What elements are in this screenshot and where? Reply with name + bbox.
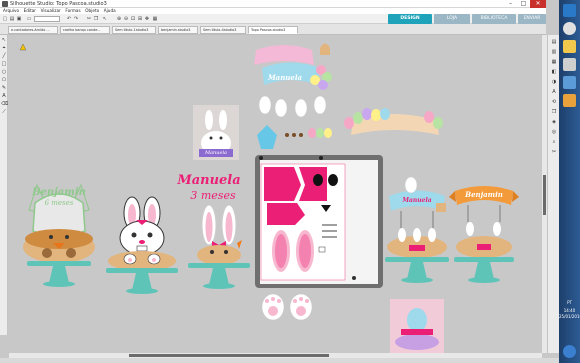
manuela-title: Manuela <box>176 173 240 188</box>
bunny-topper <box>106 196 178 294</box>
system-time[interactable]: 14:40 <box>559 308 580 313</box>
open-icon[interactable]: ▤ <box>9 16 15 22</box>
status-bar <box>0 358 559 363</box>
line-color-icon[interactable]: ▭ <box>26 16 32 22</box>
ellipse-tool-icon[interactable]: ○ <box>1 69 7 75</box>
text-panel-icon[interactable]: A <box>551 89 557 95</box>
notification-icon[interactable] <box>563 345 576 358</box>
new-icon[interactable]: ▢ <box>2 16 8 22</box>
transform-icon[interactable]: ⟲ <box>551 99 557 105</box>
app-icon-3[interactable] <box>563 58 576 71</box>
edit-points-icon[interactable]: ⌖ <box>1 45 7 51</box>
modify-icon[interactable]: ◈ <box>551 119 557 125</box>
system-date[interactable]: 25/01/2016 <box>559 314 580 319</box>
zoom-page-icon[interactable]: ⊞ <box>137 16 143 22</box>
freehand-tool-icon[interactable]: ✎ <box>1 85 7 91</box>
zoom-fit-icon[interactable]: ⊡ <box>130 16 136 22</box>
line-color-panel-icon[interactable]: ▦ <box>551 59 557 65</box>
right-cake-manuela <box>385 176 449 283</box>
page-settings-icon[interactable]: ▤ <box>551 39 557 45</box>
vertical-scrollbar[interactable] <box>542 35 547 353</box>
trace-icon[interactable]: ⌕ <box>551 139 557 145</box>
fill-color-icon[interactable]: ▥ <box>551 49 557 55</box>
tab-doc-1[interactable]: e-cantadores-Arnldo ... <box>8 26 58 34</box>
minimize-button[interactable]: – <box>504 0 517 8</box>
knife-tool-icon[interactable]: ⟋ <box>1 109 7 115</box>
right-panel: ▤ ▥ ▦ ◧ ◑ A ⟲ ❐ ◈ ◎ ⌕ ✂ <box>547 35 559 353</box>
eggs-banner <box>344 108 443 135</box>
right-cake-benjamin <box>449 186 519 283</box>
maximize-button[interactable]: □ <box>517 0 530 8</box>
app-icon-5[interactable] <box>563 94 576 107</box>
tab-doc-4[interactable]: benjamin.studio3 <box>158 26 198 34</box>
bottom-photo <box>390 299 444 353</box>
line-style-panel-icon[interactable]: ◧ <box>551 69 557 75</box>
top-cluster <box>254 43 332 149</box>
benjamin-banner-text: Benjamin <box>464 190 503 199</box>
save-icon[interactable]: ▣ <box>16 16 22 22</box>
store-mode-button[interactable]: LOJA <box>434 14 470 24</box>
design-mode-button[interactable]: DESIGN <box>388 14 432 24</box>
replicate-icon[interactable]: ❐ <box>551 109 557 115</box>
redo-icon[interactable]: ↷ <box>73 16 79 22</box>
benjamin-subtitle: 6 meses <box>45 199 74 207</box>
zoom-in-icon[interactable]: ⊕ <box>116 16 122 22</box>
cut-icon[interactable]: ✂ <box>86 16 92 22</box>
start-button-icon[interactable] <box>563 4 576 17</box>
title-bar: Silhouette Studio: Topo Pascoa.studio3 –… <box>0 0 546 8</box>
close-button[interactable]: ✕ <box>530 0 546 8</box>
photo-caption: Manuela <box>204 150 227 156</box>
cut-settings-icon[interactable]: ✂ <box>551 149 557 155</box>
document-tabs: e-cantadores-Arnldo ... coelho banqu con… <box>0 24 546 35</box>
app-icon <box>2 1 8 7</box>
language-indicator[interactable]: PT <box>559 300 580 305</box>
move-icon[interactable]: ✥ <box>144 16 150 22</box>
send-mode-button[interactable]: ENVIAR <box>518 14 546 24</box>
pointer-icon[interactable]: ↖ <box>102 16 108 22</box>
benjamin-title: Benjamin <box>31 187 86 198</box>
eraser-tool-icon[interactable]: ⌫ <box>1 101 8 107</box>
design-canvas[interactable]: Benjamin 6 meses Manuela 3 meses Manuela… <box>9 35 547 353</box>
grid-icon[interactable]: ▦ <box>152 16 158 22</box>
chrome-icon[interactable] <box>563 22 576 35</box>
rectangle-tool-icon[interactable]: □ <box>1 61 7 67</box>
app-icon-4[interactable] <box>563 76 576 89</box>
polygon-tool-icon[interactable]: ⬠ <box>1 77 7 83</box>
manuela-subtitle: 3 meses <box>190 189 236 202</box>
vertical-scroll-thumb[interactable] <box>543 175 546 215</box>
tab-doc-active[interactable]: Topo Pascoa.studio3 <box>248 26 298 34</box>
text-tool-icon[interactable]: A <box>1 93 7 99</box>
library-mode-button[interactable]: BIBLIOTECA <box>472 14 516 24</box>
manuela-topper <box>188 204 250 289</box>
zoom-out-icon[interactable]: ⊖ <box>123 16 129 22</box>
left-toolbar: ↖ ⌖ ╱ □ ○ ⬠ ✎ A ⌫ ⟋ <box>0 35 8 335</box>
horizontal-scroll-thumb[interactable] <box>129 354 329 357</box>
select-tool-icon[interactable]: ↖ <box>1 37 7 43</box>
explorer-icon[interactable] <box>563 40 576 53</box>
line-style-select[interactable] <box>34 16 60 22</box>
warning-icon <box>19 43 27 51</box>
line-tool-icon[interactable]: ╱ <box>1 53 7 59</box>
tab-doc-2[interactable]: coelho banqu conde... <box>60 26 110 34</box>
copy-icon[interactable]: ❐ <box>93 16 99 22</box>
offset-icon[interactable]: ◎ <box>551 129 557 135</box>
right-banner-text: Manuela <box>401 197 431 204</box>
undo-icon[interactable]: ↶ <box>66 16 72 22</box>
canvas-artwork: Benjamin 6 meses Manuela 3 meses Manuela… <box>19 43 519 353</box>
paw-prints <box>261 293 313 321</box>
top-banner-text: Manuela <box>267 73 303 82</box>
windows-taskbar: PT 14:40 25/01/2016 <box>559 0 580 363</box>
transparency-icon[interactable]: ◑ <box>551 79 557 85</box>
window-title: Silhouette Studio: Topo Pascoa.studio3 <box>10 1 107 7</box>
tab-doc-5[interactable]: Sem título-4studio3 <box>200 26 246 34</box>
tab-doc-3[interactable]: Sem título-1studio3 <box>112 26 156 34</box>
